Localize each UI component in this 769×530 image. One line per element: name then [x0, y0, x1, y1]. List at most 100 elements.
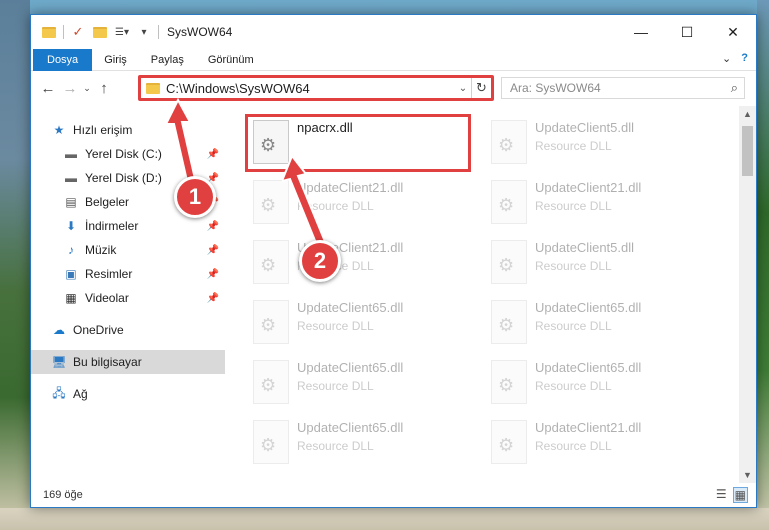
- status-bar: 169 öğe ☰ ▦: [31, 483, 756, 507]
- ribbon-tabs: Dosya Giriş Paylaş Görünüm ⌄ ?: [31, 48, 756, 71]
- large-icons-view-icon[interactable]: ▦: [732, 487, 748, 503]
- properties-icon[interactable]: ✓: [70, 24, 86, 40]
- file-type: Resource DLL: [535, 379, 612, 393]
- drive-icon: ▬: [65, 171, 77, 185]
- dll-file-icon: ⚙: [491, 360, 527, 404]
- file-tile[interactable]: ⚙ UpdateClient21.dll Resource DLL: [487, 176, 707, 232]
- gear-icon: ⚙: [498, 255, 515, 275]
- sidebar-item-label: Yerel Disk (C:): [85, 147, 162, 161]
- address-dropdown-icon[interactable]: ⌄: [455, 83, 471, 94]
- window-controls: — ☐ ✕: [618, 15, 756, 49]
- sidebar-item-network[interactable]: 🖧 Ağ: [31, 382, 225, 406]
- help-icon[interactable]: ?: [741, 52, 748, 65]
- file-type: Resource DLL: [297, 439, 374, 453]
- sidebar-item-label: Bu bilgisayar: [73, 355, 142, 369]
- file-name: UpdateClient21.dll: [535, 180, 642, 195]
- toolbar-dropdown-icon[interactable]: ▾: [136, 24, 152, 40]
- details-view-icon[interactable]: ☰: [716, 487, 727, 503]
- close-button[interactable]: ✕: [710, 15, 756, 49]
- music-icon: ♪: [68, 243, 74, 257]
- sidebar-item-videos[interactable]: ▦ Videolar 📌: [31, 286, 225, 310]
- file-tile[interactable]: ⚙ UpdateClient5.dll Resource DLL: [487, 116, 707, 172]
- up-button[interactable]: ↑: [93, 77, 115, 99]
- scroll-down-icon[interactable]: ▼: [739, 467, 756, 483]
- dll-file-icon: ⚙: [253, 360, 289, 404]
- tab-gorunum[interactable]: Görünüm: [196, 49, 266, 71]
- search-placeholder: Ara: SysWOW64: [510, 81, 601, 95]
- file-name: UpdateClient65.dll: [297, 420, 404, 435]
- cloud-icon: ☁: [53, 323, 65, 337]
- search-icon: ⌕: [730, 80, 738, 95]
- ribbon-right-controls: ⌄ ?: [722, 52, 748, 65]
- file-tile[interactable]: ⚙ UpdateClient5.dll Resource DLL: [487, 236, 707, 292]
- file-tile[interactable]: ⚙ UpdateClient65.dll Resource DLL: [487, 356, 707, 412]
- gear-icon: ⚙: [260, 375, 277, 395]
- pin-icon: 📌: [206, 268, 219, 280]
- file-tile[interactable]: ⚙ UpdateClient65.dll Resource DLL: [487, 296, 707, 352]
- dll-file-icon: ⚙: [253, 300, 289, 344]
- sidebar-item-music[interactable]: ♪ Müzik 📌: [31, 238, 225, 262]
- file-name: UpdateClient65.dll: [535, 360, 642, 375]
- view-toggle: ☰ ▦: [716, 487, 748, 503]
- gear-icon: ⚙: [498, 435, 515, 455]
- sidebar-item-label: Resimler: [85, 267, 133, 281]
- file-tile[interactable]: ⚙ UpdateClient65.dll Resource DLL: [249, 296, 469, 352]
- dll-file-icon: ⚙: [491, 180, 527, 224]
- file-tile[interactable]: ⚙ UpdateClient65.dll Resource DLL: [249, 416, 469, 472]
- sidebar-item-pictures[interactable]: ▣ Resimler 📌: [31, 262, 225, 286]
- forward-button[interactable]: →: [59, 77, 81, 99]
- sidebar-item-label: Müzik: [85, 243, 117, 257]
- scroll-up-icon[interactable]: ▲: [739, 106, 756, 122]
- sidebar-item-this-pc[interactable]: 🖥 Bu bilgisayar: [31, 350, 225, 374]
- sidebar-item-label: Videolar: [85, 291, 129, 305]
- gear-icon: ⚙: [498, 375, 515, 395]
- file-tile[interactable]: ⚙ UpdateClient65.dll Resource DLL: [249, 356, 469, 412]
- callout-1: 1: [174, 176, 216, 218]
- search-input[interactable]: Ara: SysWOW64 ⌕: [501, 77, 745, 99]
- gear-icon: ⚙: [498, 135, 515, 155]
- gear-icon: ⚙: [260, 195, 277, 215]
- gear-icon: ⚙: [498, 195, 515, 215]
- file-type: Resource DLL: [535, 439, 612, 453]
- maximize-button[interactable]: ☐: [664, 15, 710, 49]
- file-name: UpdateClient5.dll: [535, 240, 635, 255]
- highlight-box: [245, 114, 471, 172]
- dll-file-icon: ⚙: [491, 300, 527, 344]
- file-name: UpdateClient5.dll: [535, 120, 635, 135]
- address-path[interactable]: C:\Windows\SysWOW64: [166, 81, 455, 96]
- gear-icon: ⚙: [260, 435, 277, 455]
- sidebar-item-onedrive[interactable]: ☁ OneDrive: [31, 318, 225, 342]
- folder-icon: [141, 82, 160, 94]
- minimize-button[interactable]: —: [618, 15, 664, 49]
- folder-icon: [41, 24, 57, 40]
- scroll-thumb[interactable]: [742, 126, 753, 176]
- tab-paylas[interactable]: Paylaş: [139, 49, 196, 71]
- download-icon: ⬇: [65, 219, 77, 233]
- main-content: ★ Hızlı erişim ▬ Yerel Disk (C:) 📌 ▬ Yer…: [31, 106, 756, 483]
- pictures-icon: ▣: [65, 267, 77, 281]
- new-folder-icon[interactable]: [92, 24, 108, 40]
- tab-dosya[interactable]: Dosya: [33, 48, 93, 71]
- quick-access-toolbar: ✓ ☰▾ ▾: [31, 24, 159, 40]
- pin-icon: 📌: [206, 220, 219, 232]
- pin-icon: 📌: [206, 292, 219, 304]
- item-count: 169 öğe: [43, 489, 83, 501]
- dll-file-icon: ⚙: [253, 420, 289, 464]
- pin-icon: 📌: [206, 244, 219, 256]
- window-title: SysWOW64: [167, 25, 233, 39]
- file-tile[interactable]: ⚙ UpdateClient21.dll Resource DLL: [487, 416, 707, 472]
- file-explorer-window: ✓ ☰▾ ▾ SysWOW64 — ☐ ✕ Dosya Giriş Paylaş…: [30, 14, 757, 508]
- recent-locations-button[interactable]: ⌄: [81, 77, 93, 99]
- refresh-icon[interactable]: ↻: [471, 78, 491, 98]
- gear-icon: ⚙: [498, 315, 515, 335]
- customize-toolbar-icon[interactable]: ☰▾: [114, 24, 130, 40]
- file-name: UpdateClient65.dll: [297, 300, 404, 315]
- back-button[interactable]: ←: [37, 77, 59, 99]
- separator: [63, 25, 64, 39]
- expand-ribbon-icon[interactable]: ⌄: [722, 52, 731, 65]
- tab-giris[interactable]: Giriş: [92, 49, 139, 71]
- vertical-scrollbar[interactable]: ▲ ▼: [739, 106, 756, 483]
- file-type: Resource DLL: [297, 319, 374, 333]
- desktop-background-left: [0, 0, 30, 530]
